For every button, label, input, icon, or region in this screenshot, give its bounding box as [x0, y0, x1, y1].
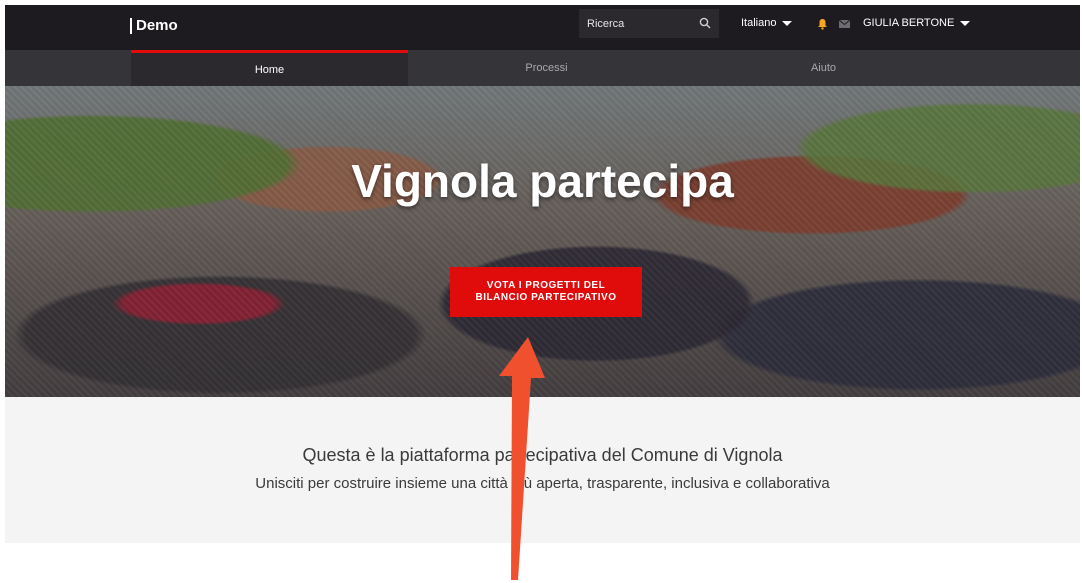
search-box[interactable]	[579, 9, 719, 38]
main-nav: Home Processi Aiuto	[5, 50, 1080, 86]
brand-logo[interactable]: Demo	[130, 17, 178, 34]
top-bar: Demo Italiano GIULIA BERTONE	[5, 5, 1080, 50]
mail-icon[interactable]	[839, 20, 850, 28]
hero-photo-overlay	[5, 86, 1080, 397]
brand-bar	[130, 17, 132, 34]
search-input[interactable]	[587, 17, 692, 30]
nav-tab-home[interactable]: Home	[131, 50, 408, 86]
intro-title: Questa è la piattaforma partecipativa de…	[302, 445, 783, 465]
user-menu[interactable]: GIULIA BERTONE	[863, 17, 971, 29]
bell-icon[interactable]	[817, 18, 828, 30]
nav-tab-aiuto[interactable]: Aiuto	[685, 50, 962, 86]
app-window: Demo Italiano GIULIA BERTONE Home	[5, 5, 1080, 545]
language-label: Italiano	[741, 17, 777, 29]
caret-down-icon	[960, 20, 971, 26]
nav-tab-processi[interactable]: Processi	[408, 50, 685, 86]
intro-section: Questa è la piattaforma partecipativa de…	[5, 397, 1080, 543]
hero-banner: Vignola partecipa VOTA I PROGETTI DEL BI…	[5, 86, 1080, 397]
user-name: GIULIA BERTONE	[863, 17, 955, 29]
hero-title: Vignola partecipa	[351, 155, 734, 207]
intro-subtitle: Unisciti per costruire insieme una città…	[255, 475, 830, 492]
caret-down-icon	[782, 20, 793, 26]
search-icon[interactable]	[699, 17, 711, 29]
vote-projects-button[interactable]: VOTA I PROGETTI DEL BILANCIO PARTECIPATI…	[450, 267, 642, 317]
language-selector[interactable]: Italiano	[741, 17, 793, 29]
brand-name: Demo	[136, 17, 178, 34]
